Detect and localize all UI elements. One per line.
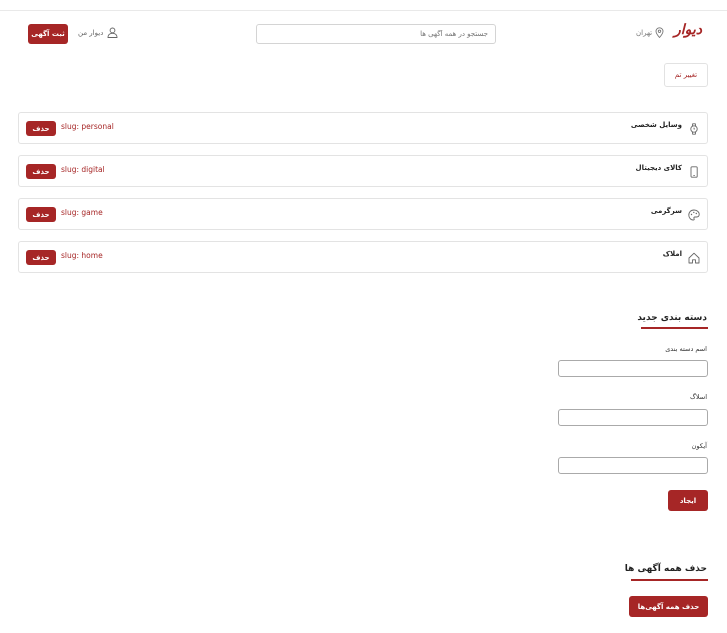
city-label: تهران	[636, 28, 653, 37]
delete-category-button[interactable]: حذف	[26, 121, 56, 136]
delete-category-button[interactable]: حذف	[26, 164, 56, 179]
icon-label: آیکون	[691, 442, 707, 450]
palette-icon	[688, 209, 700, 221]
new-category-title: دسته بندی جدید	[637, 313, 707, 323]
category-slug: slug: home	[61, 251, 103, 260]
delete-all-underline	[631, 579, 708, 581]
create-category-button[interactable]: ایجاد	[668, 490, 708, 511]
top-divider	[0, 10, 727, 11]
category-slug: slug: digital	[61, 165, 105, 174]
category-name: املاک	[662, 250, 682, 258]
delete-category-button[interactable]: حذف	[26, 250, 56, 265]
category-name-label: اسم دسته بندی	[665, 345, 707, 353]
change-theme-button[interactable]: تغییر تم	[664, 63, 708, 87]
new-category-underline	[641, 327, 708, 329]
category-slug: slug: game	[61, 208, 103, 217]
post-ad-button[interactable]: ثبت آگهی	[28, 24, 68, 44]
search-input[interactable]	[256, 24, 496, 44]
category-name: کالای دیجیتال	[635, 164, 682, 172]
home-icon	[688, 252, 700, 264]
slug-input[interactable]	[558, 409, 708, 426]
city-selector[interactable]: تهران	[636, 27, 664, 38]
logo[interactable]: دیوار	[674, 22, 702, 38]
category-card-game: سرگرمی حذف slug: game	[18, 198, 708, 230]
watch-icon	[690, 123, 698, 135]
user-icon	[107, 27, 118, 38]
category-card-home: املاک حذف slug: home	[18, 241, 708, 273]
category-card-personal: وسایل شخصی حذف slug: personal	[18, 112, 708, 144]
my-divar-link[interactable]: دیوار من	[78, 27, 118, 38]
phone-icon	[690, 166, 698, 178]
delete-category-button[interactable]: حذف	[26, 207, 56, 222]
delete-all-ads-button[interactable]: حذف همه آگهی‌ها	[629, 596, 708, 617]
delete-all-title: حذف همه آگهی ها	[624, 564, 707, 574]
category-slug: slug: personal	[61, 122, 114, 131]
category-name: سرگرمی	[650, 207, 682, 215]
category-card-digital: کالای دیجیتال حذف slug: digital	[18, 155, 708, 187]
slug-label: اسلاگ	[690, 393, 707, 401]
icon-input[interactable]	[558, 457, 708, 474]
category-name-input[interactable]	[558, 360, 708, 377]
category-name: وسایل شخصی	[630, 121, 682, 129]
location-pin-icon	[655, 27, 664, 38]
my-divar-label: دیوار من	[78, 28, 104, 37]
